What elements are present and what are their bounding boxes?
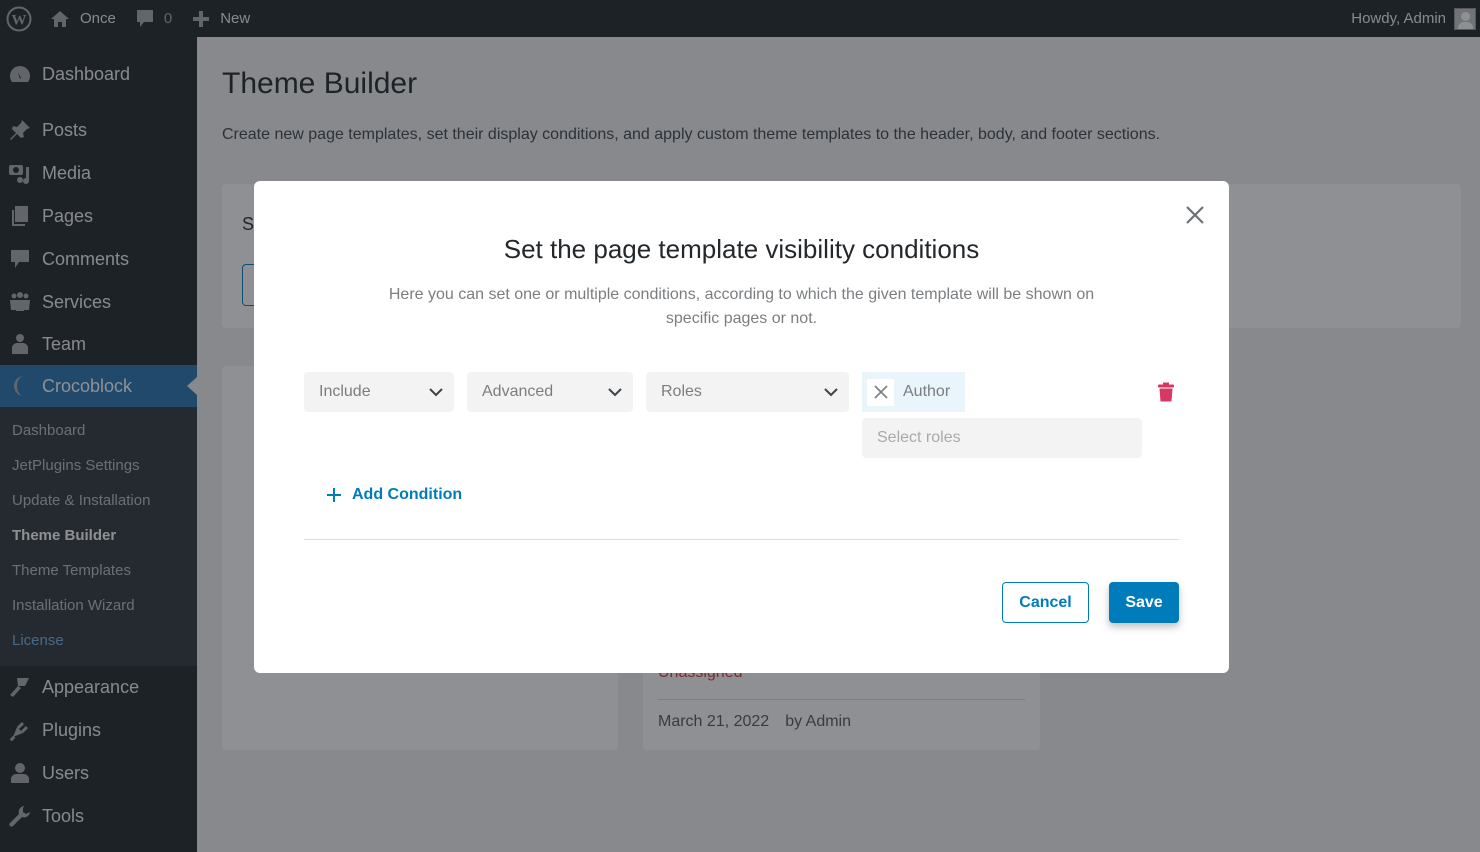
delete-condition-button[interactable] (1156, 382, 1176, 402)
chevron-down-icon (429, 388, 443, 397)
tag-label: Author (903, 383, 951, 400)
modal-description: Here you can set one or multiple conditi… (388, 286, 1095, 327)
trash-icon (1158, 382, 1174, 402)
chevron-down-icon (608, 388, 622, 397)
roles-search-input[interactable] (862, 418, 1142, 458)
include-select[interactable]: Include (304, 372, 454, 412)
close-icon (1186, 206, 1204, 224)
subgroup-value: Roles (661, 383, 702, 400)
modal-divider (304, 539, 1179, 540)
cancel-button[interactable]: Cancel (1002, 582, 1089, 623)
chevron-down-icon (824, 388, 838, 397)
plus-icon (327, 488, 341, 502)
include-value: Include (319, 383, 371, 400)
group-select[interactable]: Advanced (467, 372, 633, 412)
condition-row: Include Advanced Roles Author (304, 372, 1184, 462)
group-value: Advanced (482, 383, 554, 400)
close-button[interactable] (1183, 203, 1207, 227)
remove-tag-button[interactable] (867, 378, 894, 406)
add-condition-button[interactable]: Add Condition (326, 486, 462, 504)
modal-title: Set the page template visibility conditi… (503, 234, 980, 264)
selected-role-tag: Author (862, 372, 965, 412)
subgroup-select[interactable]: Roles (646, 372, 849, 412)
save-button[interactable]: Save (1109, 582, 1179, 623)
add-condition-label: Add Condition (352, 486, 463, 503)
close-icon (873, 385, 888, 399)
visibility-conditions-modal: Set the page template visibility conditi… (254, 181, 1229, 673)
